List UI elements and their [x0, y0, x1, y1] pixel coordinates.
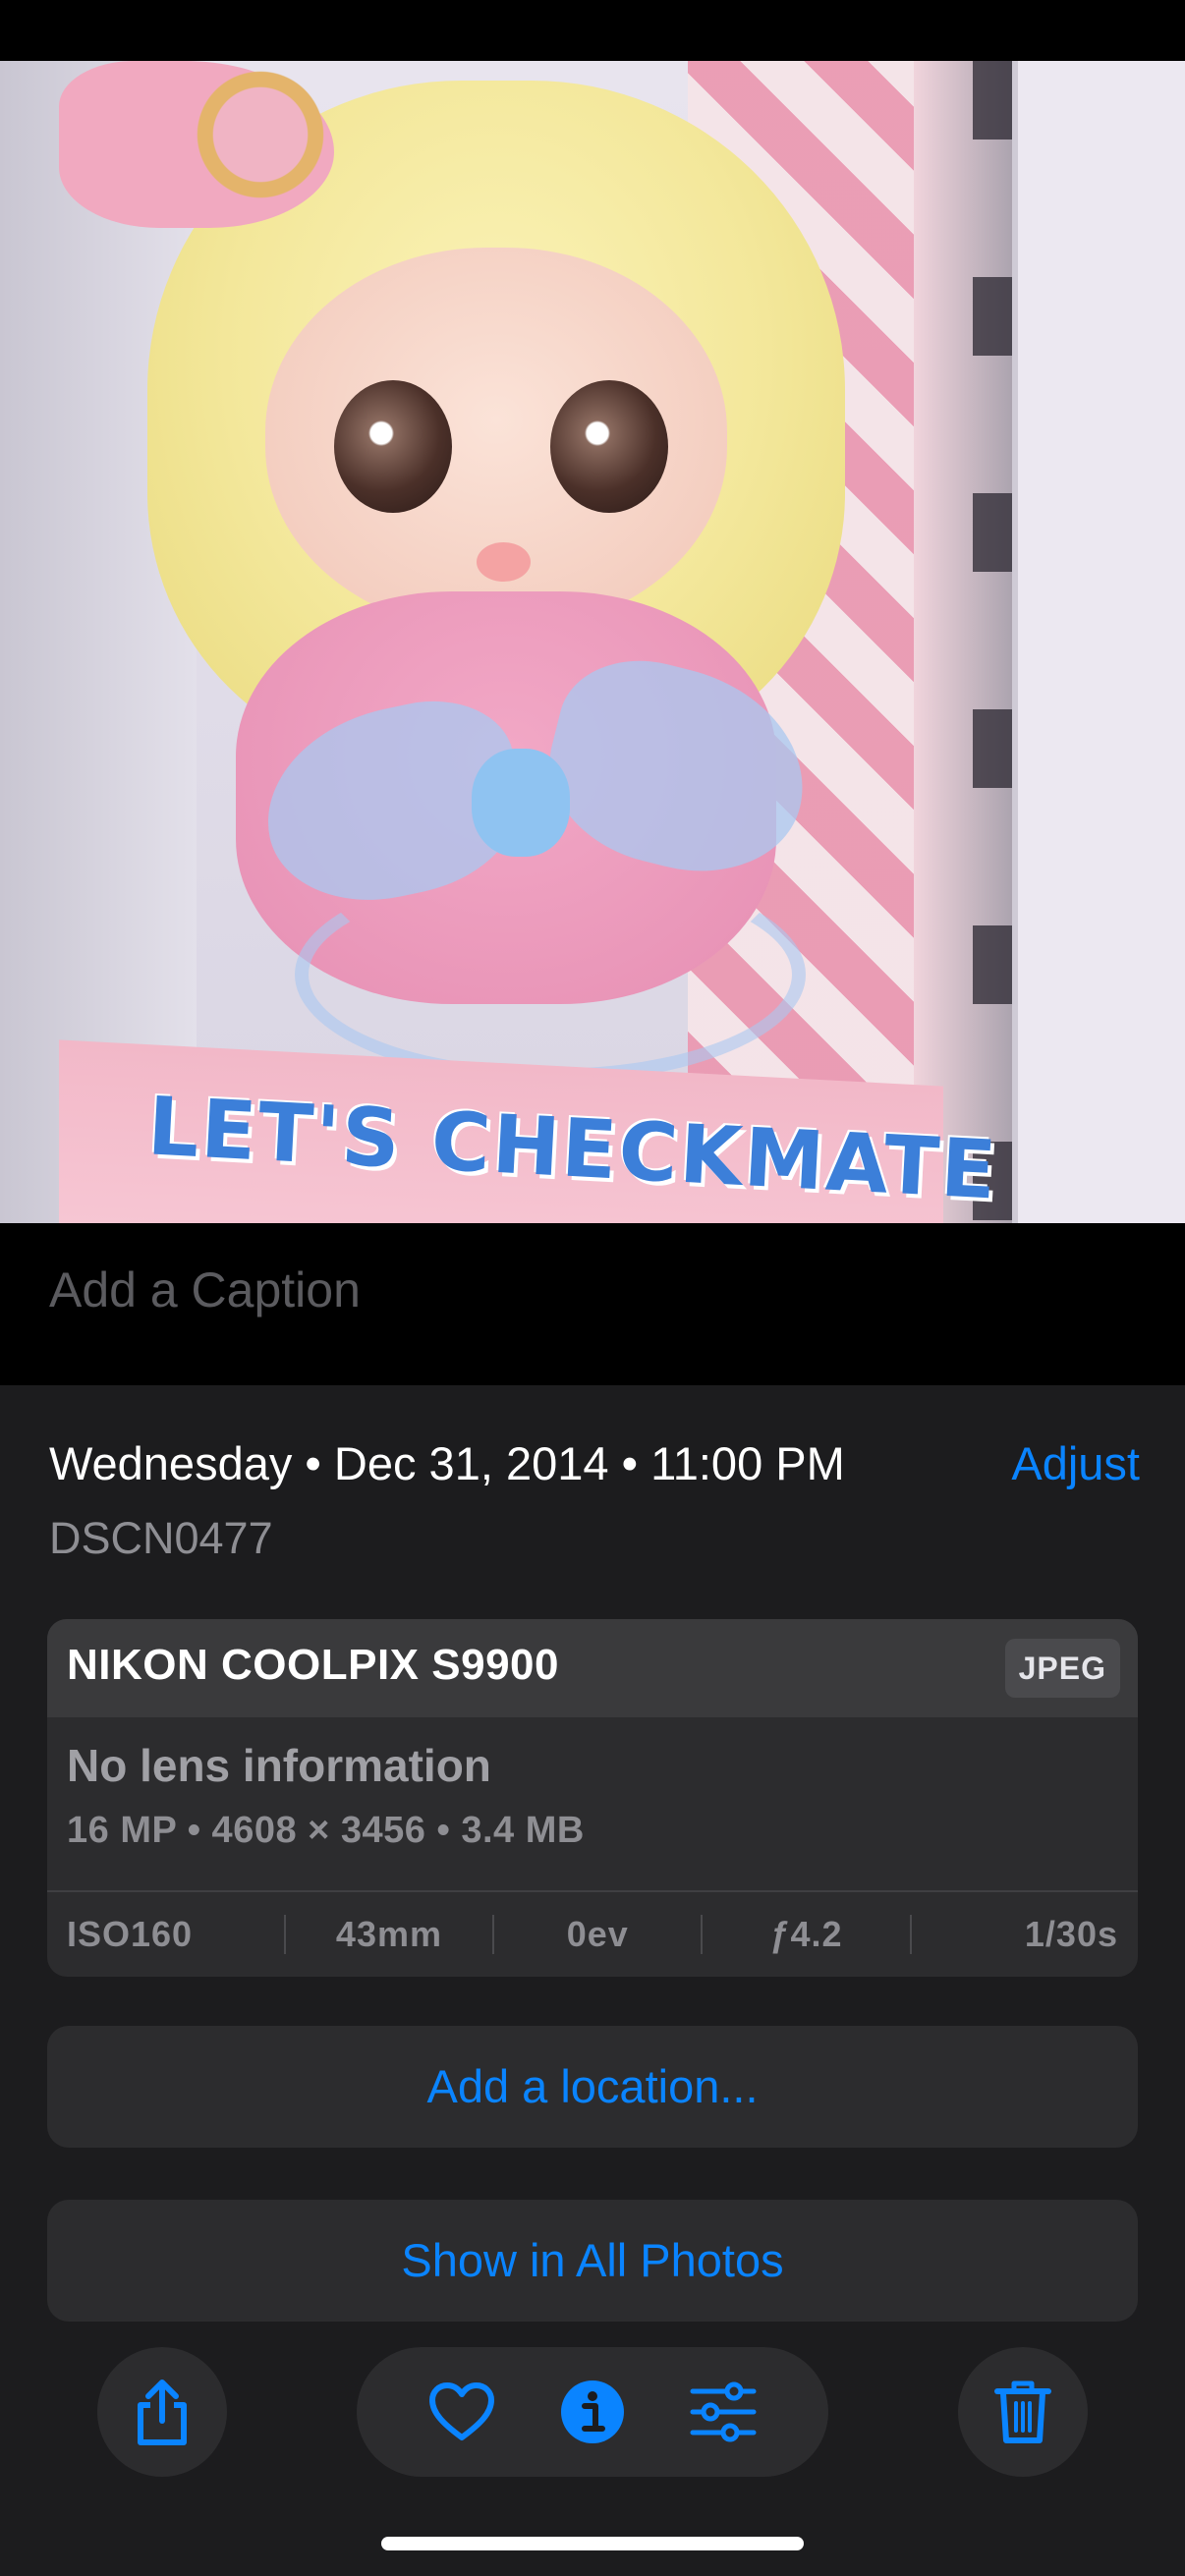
photo-actions-group — [357, 2347, 828, 2477]
share-button[interactable] — [97, 2347, 227, 2477]
photo-viewer[interactable]: LET'S CHECKMATE — [0, 61, 1185, 1223]
camera-header: NIKON COOLPIX S9900 JPEG — [47, 1619, 1138, 1717]
photo-filename: DSCN0477 — [49, 1513, 273, 1563]
camera-model: NIKON COOLPIX S9900 — [67, 1641, 559, 1689]
camera-info-card: NIKON COOLPIX S9900 JPEG No lens informa… — [47, 1619, 1138, 1977]
share-icon — [138, 2380, 187, 2445]
exif-shutter-speed: 1/30s — [1024, 1914, 1118, 1954]
exif-aperture: ƒ4.2 — [769, 1914, 843, 1954]
sliders-icon — [690, 2381, 757, 2442]
add-location-button[interactable]: Add a location... — [47, 2026, 1138, 2148]
caption-area — [0, 1223, 1185, 1385]
date-row: Wednesday • Dec 31, 2014 • 11:00 PM Adju… — [49, 1436, 1140, 1499]
status-bar — [0, 0, 1185, 61]
doll-eye-right — [550, 380, 668, 513]
exif-iso: ISO160 — [67, 1914, 194, 1954]
info-button[interactable] — [543, 2363, 642, 2461]
lens-info: No lens information — [67, 1740, 491, 1791]
ribbon-tail — [295, 867, 806, 1083]
format-badge: JPEG — [1004, 1639, 1120, 1698]
exif-focal-length: 43mm — [335, 1914, 442, 1954]
bottom-toolbar — [0, 2324, 1185, 2477]
heart-icon — [428, 2382, 494, 2440]
exif-exposure-bias: 0ev — [566, 1914, 629, 1954]
info-icon — [560, 2380, 624, 2443]
show-in-all-photos-button[interactable]: Show in All Photos — [47, 2200, 1138, 2322]
packaging-card — [1012, 61, 1185, 1223]
exif-row: ISO160 43mm 0ev ƒ4.2 1/30s — [47, 1892, 1138, 1977]
adjust-date-button[interactable]: Adjust — [1011, 1436, 1140, 1490]
favorite-button[interactable] — [413, 2363, 511, 2461]
ribbon-knot — [472, 749, 570, 857]
doll-eye-left — [334, 380, 452, 513]
edit-button[interactable] — [674, 2363, 772, 2461]
delete-button[interactable] — [958, 2347, 1088, 2477]
home-indicator[interactable] — [381, 2537, 804, 2550]
image-specs: 16 MP • 4608 × 3456 • 3.4 MB — [67, 1810, 585, 1851]
photo-date-time: Wednesday • Dec 31, 2014 • 11:00 PM — [49, 1437, 845, 1489]
caption-input[interactable] — [49, 1251, 1130, 1329]
doll-nose — [477, 542, 531, 582]
trash-icon — [994, 2380, 1051, 2443]
doll-accessory-rim — [187, 61, 334, 208]
